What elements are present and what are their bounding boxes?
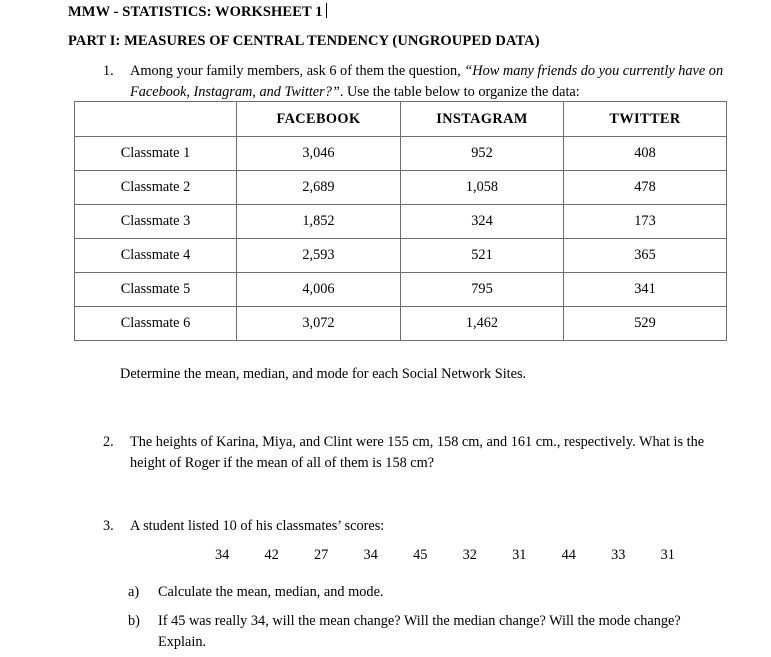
sub-a-text: Calculate the mean, median, and mode. — [158, 584, 384, 600]
cell-facebook: 3,046 — [236, 136, 401, 171]
score-list: 34 42 27 34 45 32 31 44 33 31 — [215, 547, 675, 564]
cell-facebook: 2,593 — [236, 238, 401, 273]
table-row: Classmate 4 2,593 521 365 — [74, 238, 727, 273]
cell-twitter: 341 — [563, 272, 727, 307]
question-3-sub-a: a) Calculate the mean, median, and mode. — [128, 582, 728, 603]
cell-twitter: 365 — [563, 238, 727, 273]
score-value: 33 — [611, 547, 626, 563]
cell-facebook: 2,689 — [236, 170, 401, 205]
question-3-sub-b: b) If 45 was really 34, will the mean ch… — [128, 611, 728, 653]
question-3-number: 3. — [103, 518, 114, 534]
social-network-table: FACEBOOK INSTAGRAM TWITTER Classmate 1 3… — [74, 101, 727, 341]
worksheet-page: MMW - STATISTICS: WORKSHEET 1 PART I: ME… — [0, 0, 771, 657]
table-row: Classmate 3 1,852 324 173 — [74, 204, 727, 239]
table-header-row: FACEBOOK INSTAGRAM TWITTER — [74, 101, 727, 137]
row-label: Classmate 4 — [74, 238, 237, 273]
sub-b-letter: b) — [128, 613, 140, 629]
table-row: Classmate 1 3,046 952 408 — [74, 136, 727, 171]
table-row: Classmate 2 2,689 1,058 478 — [74, 170, 727, 205]
table-header-instagram: INSTAGRAM — [400, 101, 564, 137]
score-value: 34 — [363, 547, 378, 563]
table-corner-header — [74, 101, 237, 137]
cell-facebook: 3,072 — [236, 306, 401, 341]
cell-instagram: 1,462 — [400, 306, 564, 341]
part-heading: PART I: MEASURES OF CENTRAL TENDENCY (UN… — [68, 33, 540, 49]
determine-instruction: Determine the mean, median, and mode for… — [120, 366, 527, 382]
cell-instagram: 952 — [400, 136, 564, 171]
score-value: 31 — [660, 547, 675, 563]
document-title-text: MMW - STATISTICS: WORKSHEET 1 — [68, 4, 323, 20]
table-head: FACEBOOK INSTAGRAM TWITTER — [74, 101, 727, 137]
table-header-twitter: TWITTER — [563, 101, 727, 137]
row-label: Classmate 2 — [74, 170, 237, 205]
question-3-text: A student listed 10 of his classmates’ s… — [130, 518, 385, 534]
question-1-number: 1. — [103, 63, 114, 79]
document-title: MMW - STATISTICS: WORKSHEET 1 — [68, 3, 327, 21]
table-body: Classmate 1 3,046 952 408 Classmate 2 2,… — [74, 136, 727, 341]
question-1-intro: Among your family members, ask 6 of them… — [130, 63, 465, 79]
cell-instagram: 521 — [400, 238, 564, 273]
cell-twitter: 408 — [563, 136, 727, 171]
cell-twitter: 478 — [563, 170, 727, 205]
score-value: 44 — [561, 547, 576, 563]
cell-twitter: 173 — [563, 204, 727, 239]
table-row: Classmate 6 3,072 1,462 529 — [74, 306, 727, 341]
row-label: Classmate 6 — [74, 306, 237, 341]
cell-facebook: 1,852 — [236, 204, 401, 239]
cell-instagram: 1,058 — [400, 170, 564, 205]
question-1-text: Among your family members, ask 6 of them… — [130, 61, 728, 103]
table-header-facebook: FACEBOOK — [236, 101, 401, 137]
cell-instagram: 795 — [400, 272, 564, 307]
cell-instagram: 324 — [400, 204, 564, 239]
score-value: 34 — [215, 547, 230, 563]
score-value: 27 — [314, 547, 329, 563]
score-value: 31 — [512, 547, 527, 563]
question-1-outro: . Use the table below to organize the da… — [339, 84, 580, 100]
score-value: 32 — [462, 547, 477, 563]
table-row: Classmate 5 4,006 795 341 — [74, 272, 727, 307]
cell-facebook: 4,006 — [236, 272, 401, 307]
sub-b-text: If 45 was really 34, will the mean chang… — [158, 613, 681, 650]
social-network-table-wrapper: FACEBOOK INSTAGRAM TWITTER Classmate 1 3… — [74, 101, 727, 341]
row-label: Classmate 5 — [74, 272, 237, 307]
sub-a-letter: a) — [128, 584, 140, 600]
question-3: 3. A student listed 10 of his classmates… — [103, 516, 728, 537]
question-2-number: 2. — [103, 434, 114, 450]
question-1: 1. Among your family members, ask 6 of t… — [103, 61, 728, 103]
row-label: Classmate 3 — [74, 204, 237, 239]
text-caret — [325, 3, 327, 18]
score-value: 45 — [413, 547, 428, 563]
question-2: 2. The heights of Karina, Miya, and Clin… — [103, 432, 728, 474]
cell-twitter: 529 — [563, 306, 727, 341]
score-value: 42 — [264, 547, 279, 563]
row-label: Classmate 1 — [74, 136, 237, 171]
question-2-text: The heights of Karina, Miya, and Clint w… — [130, 434, 705, 471]
